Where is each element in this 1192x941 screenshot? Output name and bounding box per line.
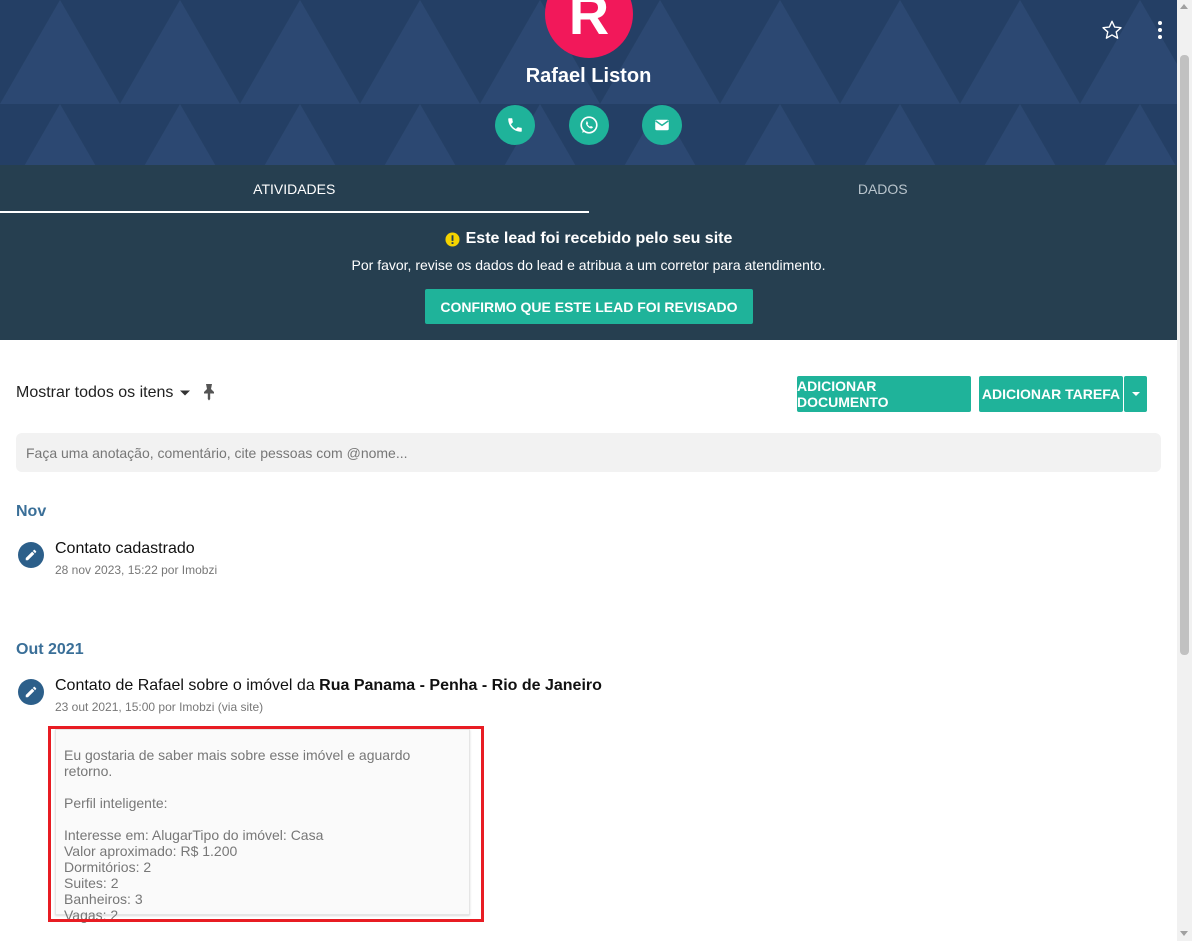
banner-title: Este lead foi recebido pelo seu site bbox=[0, 230, 1177, 248]
info-icon bbox=[445, 231, 460, 247]
whatsapp-icon bbox=[580, 116, 598, 134]
tab-atividades[interactable]: ATIVIDADES bbox=[0, 165, 589, 213]
timeline-entry-title: Contato de Rafael sobre o imóvel da Rua … bbox=[55, 677, 602, 695]
contact-name: Rafael Liston bbox=[525, 65, 652, 87]
month-heading: Out 2021 bbox=[16, 641, 84, 658]
timeline-entry-icon bbox=[18, 679, 44, 705]
comment-input[interactable] bbox=[16, 433, 1161, 472]
lead-page: R Rafael Liston ATIVIDADES DADOS Este le… bbox=[0, 0, 1192, 941]
month-heading: Nov bbox=[16, 503, 47, 520]
phone-icon bbox=[508, 118, 522, 132]
confirm-reviewed-button[interactable]: CONFIRMO QUE ESTE LEAD FOI REVISADO bbox=[425, 289, 753, 324]
add-task-button[interactable]: ADICIONAR TAREFA bbox=[979, 376, 1123, 412]
filter-label: Mostrar todos os itens bbox=[16, 384, 174, 401]
profile-label: Perfil inteligente: bbox=[64, 795, 168, 811]
message-intro: Eu gostaria de saber mais sobre esse imó… bbox=[64, 747, 411, 779]
caret-down-icon bbox=[1131, 392, 1140, 396]
contact-header: R Rafael Liston bbox=[0, 0, 1177, 165]
whatsapp-button[interactable] bbox=[569, 105, 609, 145]
timeline-entry-icon bbox=[18, 542, 44, 568]
timeline-entry-title-text: Contato de Rafael sobre o imóvel da bbox=[55, 677, 320, 694]
email-button[interactable] bbox=[642, 105, 682, 145]
tab-bar: ATIVIDADES DADOS bbox=[0, 165, 1177, 213]
profile-line: Dormitórios: 2 bbox=[64, 859, 152, 875]
pencil-icon bbox=[25, 549, 37, 561]
scroll-down-arrow[interactable] bbox=[1180, 931, 1188, 936]
lead-message-card: Eu gostaria de saber mais sobre esse imó… bbox=[55, 729, 470, 923]
caret-down-icon bbox=[180, 390, 191, 396]
lead-review-banner: Este lead foi recebido pelo seu site Por… bbox=[0, 213, 1177, 340]
more-menu-button[interactable] bbox=[1150, 18, 1170, 42]
pin-icon bbox=[204, 384, 214, 401]
profile-line: Interesse em: AlugarTipo do imóvel: Casa bbox=[64, 827, 324, 843]
add-document-button[interactable]: ADICIONAR DOCUMENTO bbox=[797, 376, 971, 412]
property-link[interactable]: Rua Panama - Penha - Rio de Janeiro bbox=[319, 677, 602, 694]
favorite-button[interactable] bbox=[1100, 18, 1124, 42]
page-scrollbar[interactable] bbox=[1177, 0, 1192, 941]
profile-line: Vagas: 2 bbox=[64, 907, 119, 923]
profile-line: Valor aproximado: R$ 1.200 bbox=[64, 843, 238, 859]
scroll-up-arrow[interactable] bbox=[1180, 4, 1188, 9]
banner-title-text: Este lead foi recebido pelo seu site bbox=[465, 230, 733, 247]
email-icon bbox=[655, 119, 669, 131]
more-vert-icon bbox=[1158, 21, 1162, 39]
tab-dados[interactable]: DADOS bbox=[589, 165, 1178, 213]
timeline-entry-title: Contato cadastrado bbox=[55, 540, 195, 557]
pin-button[interactable] bbox=[201, 382, 217, 407]
scroll-thumb[interactable] bbox=[1180, 55, 1189, 655]
profile-line: Banheiros: 3 bbox=[64, 891, 143, 907]
star-icon bbox=[1102, 20, 1122, 39]
call-button[interactable] bbox=[495, 105, 535, 145]
timeline-entry-meta: 28 nov 2023, 15:22 por Imobzi bbox=[55, 563, 218, 577]
banner-subtitle: Por favor, revise os dados do lead e atr… bbox=[351, 257, 826, 273]
profile-line: Suites: 2 bbox=[64, 875, 119, 891]
filter-dropdown[interactable]: Mostrar todos os itens bbox=[16, 384, 191, 402]
timeline-entry-meta: 23 out 2021, 15:00 por Imobzi (via site) bbox=[55, 700, 264, 714]
pencil-icon bbox=[25, 686, 37, 698]
add-task-menu-button[interactable] bbox=[1124, 376, 1147, 412]
